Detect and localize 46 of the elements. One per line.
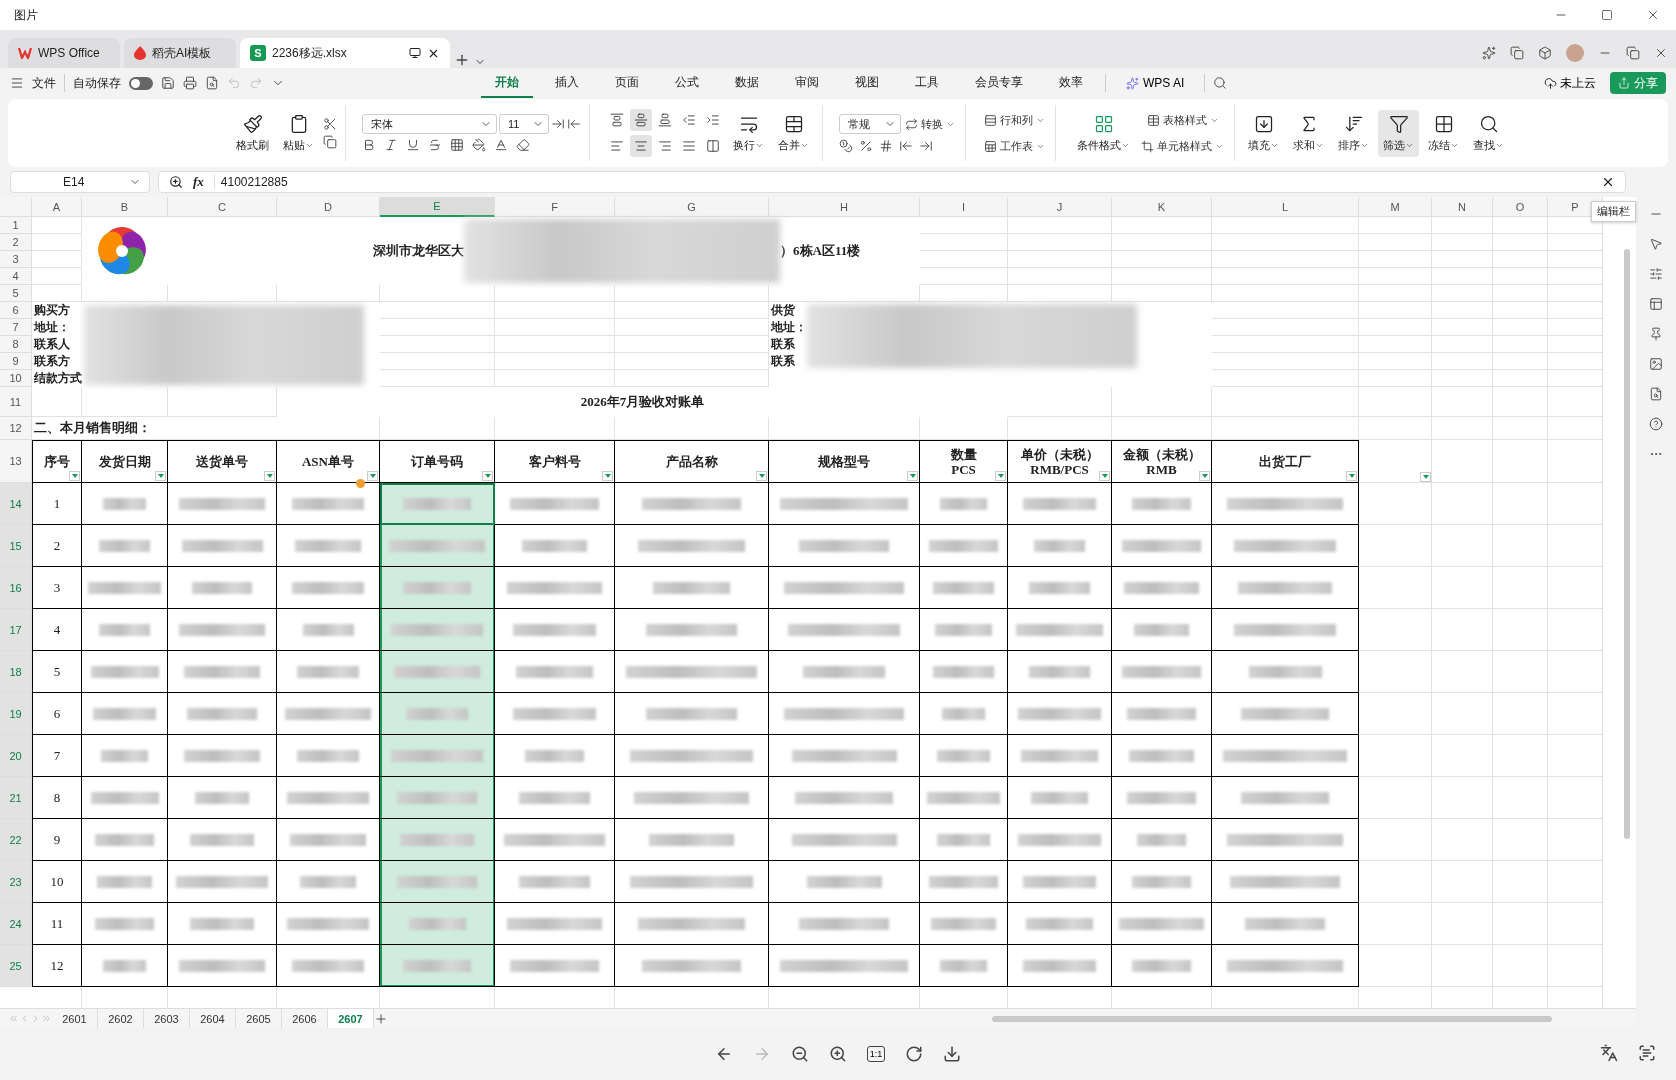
table-cell: 12	[32, 945, 82, 987]
table-cell: 8	[32, 777, 82, 819]
header-cell: 数量 PCS	[920, 440, 1008, 483]
table-cell: 9	[32, 819, 82, 861]
header-cell: 序号	[32, 440, 82, 483]
table-cell: 3	[32, 567, 82, 609]
tab-label: 2236移远.xlsx	[272, 44, 348, 62]
table-cell: 1	[32, 483, 82, 525]
header-cell: ASN单号	[277, 440, 380, 483]
buyer-label: 地址：	[34, 319, 70, 336]
spreadsheet-icon: S	[250, 45, 266, 61]
table-cell: 11	[32, 903, 82, 945]
table-cell: 5	[32, 651, 82, 693]
autosave-label: 自动保存	[73, 74, 121, 92]
buyer-label: 购买方	[34, 302, 70, 319]
header-cell: 出货工厂	[1212, 440, 1359, 483]
buyer-label: 联系方	[34, 353, 70, 370]
table-cell: 6	[32, 693, 82, 735]
header-cell: 规格型号	[769, 440, 920, 483]
header-cell: 客户料号	[495, 440, 615, 483]
supplier-label: 地址：	[771, 319, 807, 336]
header-cell: 金额（未税） RMB	[1112, 440, 1212, 483]
window-title: 图片	[14, 6, 39, 24]
address-text: 深圳市龙华区大	[373, 242, 464, 260]
address-text: ）6栋A区11楼	[780, 242, 861, 260]
supplier-label: 联系	[771, 353, 795, 370]
tooltip: 编辑栏	[1591, 201, 1636, 222]
supplier-label: 供货	[771, 302, 795, 319]
table-cell: 4	[32, 609, 82, 651]
section-title: 二、本月销售明细：	[34, 419, 151, 437]
formula-value: 4100212885	[213, 175, 288, 189]
statement-title: 2026年7月验收对账单	[580, 393, 705, 411]
header-cell: 发货日期	[82, 440, 168, 483]
fx-label: fx	[193, 174, 204, 190]
tab-label: WPS Office	[38, 46, 101, 60]
tab-label: 稻壳AI模板	[152, 44, 213, 62]
table-cell: 10	[32, 861, 82, 903]
header-cell: 送货单号	[168, 440, 277, 483]
header-cell: 订单号码	[380, 440, 495, 483]
header-cell: 单价（未税） RMB/PCS	[1008, 440, 1112, 483]
buyer-label: 结款方式	[34, 370, 82, 387]
table-cell: 7	[32, 735, 82, 777]
table-cell: 2	[32, 525, 82, 567]
header-cell: 产品名称	[615, 440, 769, 483]
supplier-label: 联系	[771, 336, 795, 353]
buyer-label: 联系人	[34, 336, 70, 353]
